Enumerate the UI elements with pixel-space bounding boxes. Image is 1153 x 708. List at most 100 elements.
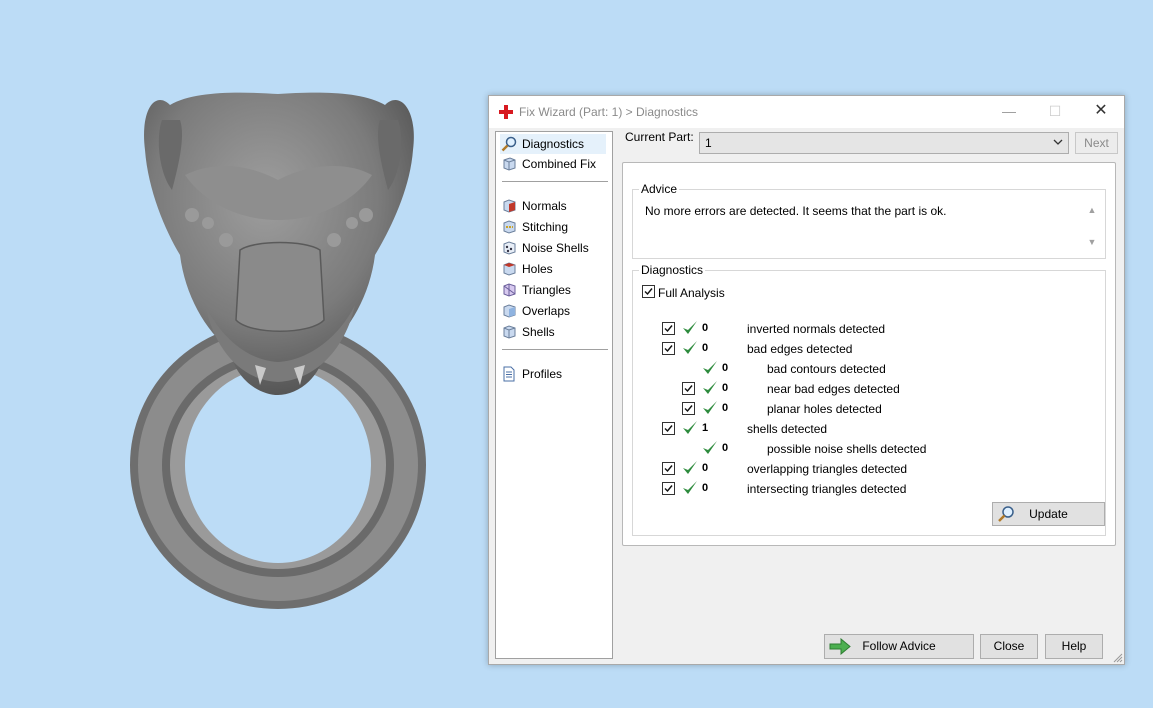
sidebar-item-stitching[interactable]: Stitching [500, 217, 606, 237]
diagnostics-panel: Advice No more errors are detected. It s… [622, 162, 1116, 546]
sidebar-item-label: Holes [522, 262, 553, 276]
row-count: 0 [702, 342, 709, 354]
resize-grip-icon[interactable] [1113, 653, 1123, 663]
sidebar-divider [502, 349, 608, 350]
sidebar-item-normals[interactable]: Normals [500, 196, 606, 216]
chevron-down-icon [1053, 139, 1063, 145]
checkmark-icon [664, 345, 673, 353]
sidebar-item-holes[interactable]: Holes [500, 259, 606, 279]
magnifier-icon [501, 136, 517, 152]
next-button[interactable]: Next [1075, 132, 1118, 154]
row-label: overlapping triangles detected [747, 462, 908, 476]
scroll-down-icon[interactable]: ▼ [1085, 236, 1099, 248]
follow-advice-button[interactable]: Follow Advice [824, 634, 974, 659]
row-label: intersecting triangles detected [747, 482, 907, 496]
cube-icon [503, 157, 516, 171]
normals-cube-icon [503, 199, 516, 213]
minimize-icon[interactable]: — [986, 96, 1032, 126]
follow-advice-label: Follow Advice [862, 639, 936, 653]
row-count: 0 [702, 482, 709, 494]
sidebar-item-label: Noise Shells [522, 241, 589, 255]
checkmark-icon [664, 325, 673, 333]
checkmark-icon [644, 288, 653, 296]
sidebar-item-label: Triangles [522, 283, 571, 297]
ok-check-icon [701, 399, 719, 417]
sidebar-item-shells[interactable]: Shells [500, 322, 606, 342]
row-count: 0 [722, 442, 729, 454]
row-label: bad edges detected [747, 342, 853, 356]
checkmark-icon [664, 465, 673, 473]
current-part-select[interactable]: 1 [699, 132, 1069, 154]
row-label: near bad edges detected [767, 382, 900, 396]
stitching-cube-icon [503, 220, 516, 234]
row-count: 1 [702, 422, 709, 434]
sidebar-item-label: Combined Fix [522, 157, 597, 171]
panther-knocker-model[interactable] [110, 80, 450, 620]
row-checkbox[interactable] [662, 422, 675, 435]
row-checkbox[interactable] [662, 342, 675, 355]
row-count: 0 [722, 382, 729, 394]
title-bar[interactable]: Fix Wizard (Part: 1) > Diagnostics — ☐ ✕ [489, 96, 1124, 128]
current-part-value: 1 [705, 136, 712, 150]
document-icon [503, 366, 515, 382]
holes-cube-icon [503, 262, 516, 276]
row-checkbox[interactable] [682, 382, 695, 395]
ok-check-icon [681, 339, 699, 357]
sidebar-item-label: Diagnostics [522, 137, 585, 151]
ok-check-icon [701, 379, 719, 397]
close-icon[interactable]: ✕ [1078, 96, 1124, 126]
checkmark-icon [684, 405, 693, 413]
sidebar-item-triangles[interactable]: Triangles [500, 280, 606, 300]
fix-sidebar: Diagnostics Combined Fix Normals Stitchi… [495, 131, 613, 659]
row-count: 0 [702, 322, 709, 334]
diagnostics-title: Diagnostics [639, 263, 706, 277]
full-analysis-checkbox[interactable] [642, 285, 655, 298]
sidebar-item-noise-shells[interactable]: Noise Shells [500, 238, 606, 258]
window-title: Fix Wizard (Part: 1) > Diagnostics [519, 105, 699, 119]
overlaps-cube-icon [503, 304, 516, 318]
scroll-up-icon[interactable]: ▲ [1085, 204, 1099, 216]
noise-shells-cube-icon [503, 241, 516, 255]
sidebar-item-profiles[interactable]: Profiles [500, 364, 606, 384]
advice-title: Advice [639, 182, 680, 196]
red-cross-icon [499, 105, 513, 119]
sidebar-item-label: Normals [522, 199, 567, 213]
close-button[interactable]: Close [980, 634, 1038, 659]
ok-check-icon [701, 359, 719, 377]
row-count: 0 [702, 462, 709, 474]
update-button[interactable]: Update [992, 502, 1105, 526]
row-count: 0 [722, 402, 729, 414]
sidebar-item-combined-fix[interactable]: Combined Fix [500, 154, 606, 174]
sidebar-item-label: Overlaps [522, 304, 571, 318]
full-analysis-label: Full Analysis [658, 286, 725, 300]
triangles-cube-icon [503, 283, 516, 297]
maximize-icon[interactable]: ☐ [1032, 96, 1078, 126]
row-checkbox[interactable] [682, 402, 695, 415]
row-label: planar holes detected [767, 402, 882, 416]
ok-check-icon [701, 439, 719, 457]
ok-check-icon [681, 419, 699, 437]
checkmark-icon [684, 385, 693, 393]
row-checkbox[interactable] [662, 482, 675, 495]
ok-check-icon [681, 319, 699, 337]
row-label: shells detected [747, 422, 828, 436]
row-checkbox[interactable] [662, 462, 675, 475]
sidebar-item-label: Shells [522, 325, 555, 339]
row-label: inverted normals detected [747, 322, 886, 336]
ok-check-icon [681, 479, 699, 497]
sidebar-item-label: Profiles [522, 367, 563, 381]
checkmark-icon [664, 425, 673, 433]
shells-cube-icon [503, 325, 516, 339]
sidebar-item-diagnostics[interactable]: Diagnostics [500, 134, 606, 154]
row-label: possible noise shells detected [767, 442, 927, 456]
row-checkbox[interactable] [662, 322, 675, 335]
sidebar-divider [502, 181, 608, 182]
advice-text: No more errors are detected. It seems th… [645, 204, 947, 218]
advice-scrollbar[interactable]: ▲ ▼ [1085, 204, 1099, 248]
ok-check-icon [681, 459, 699, 477]
fix-wizard-window[interactable]: Fix Wizard (Part: 1) > Diagnostics — ☐ ✕… [488, 95, 1125, 665]
checkmark-icon [664, 485, 673, 493]
help-button[interactable]: Help [1045, 634, 1103, 659]
diagnostics-group: Diagnostics Full Analysis 0 inverted norm… [632, 263, 1106, 536]
sidebar-item-overlaps[interactable]: Overlaps [500, 301, 606, 321]
